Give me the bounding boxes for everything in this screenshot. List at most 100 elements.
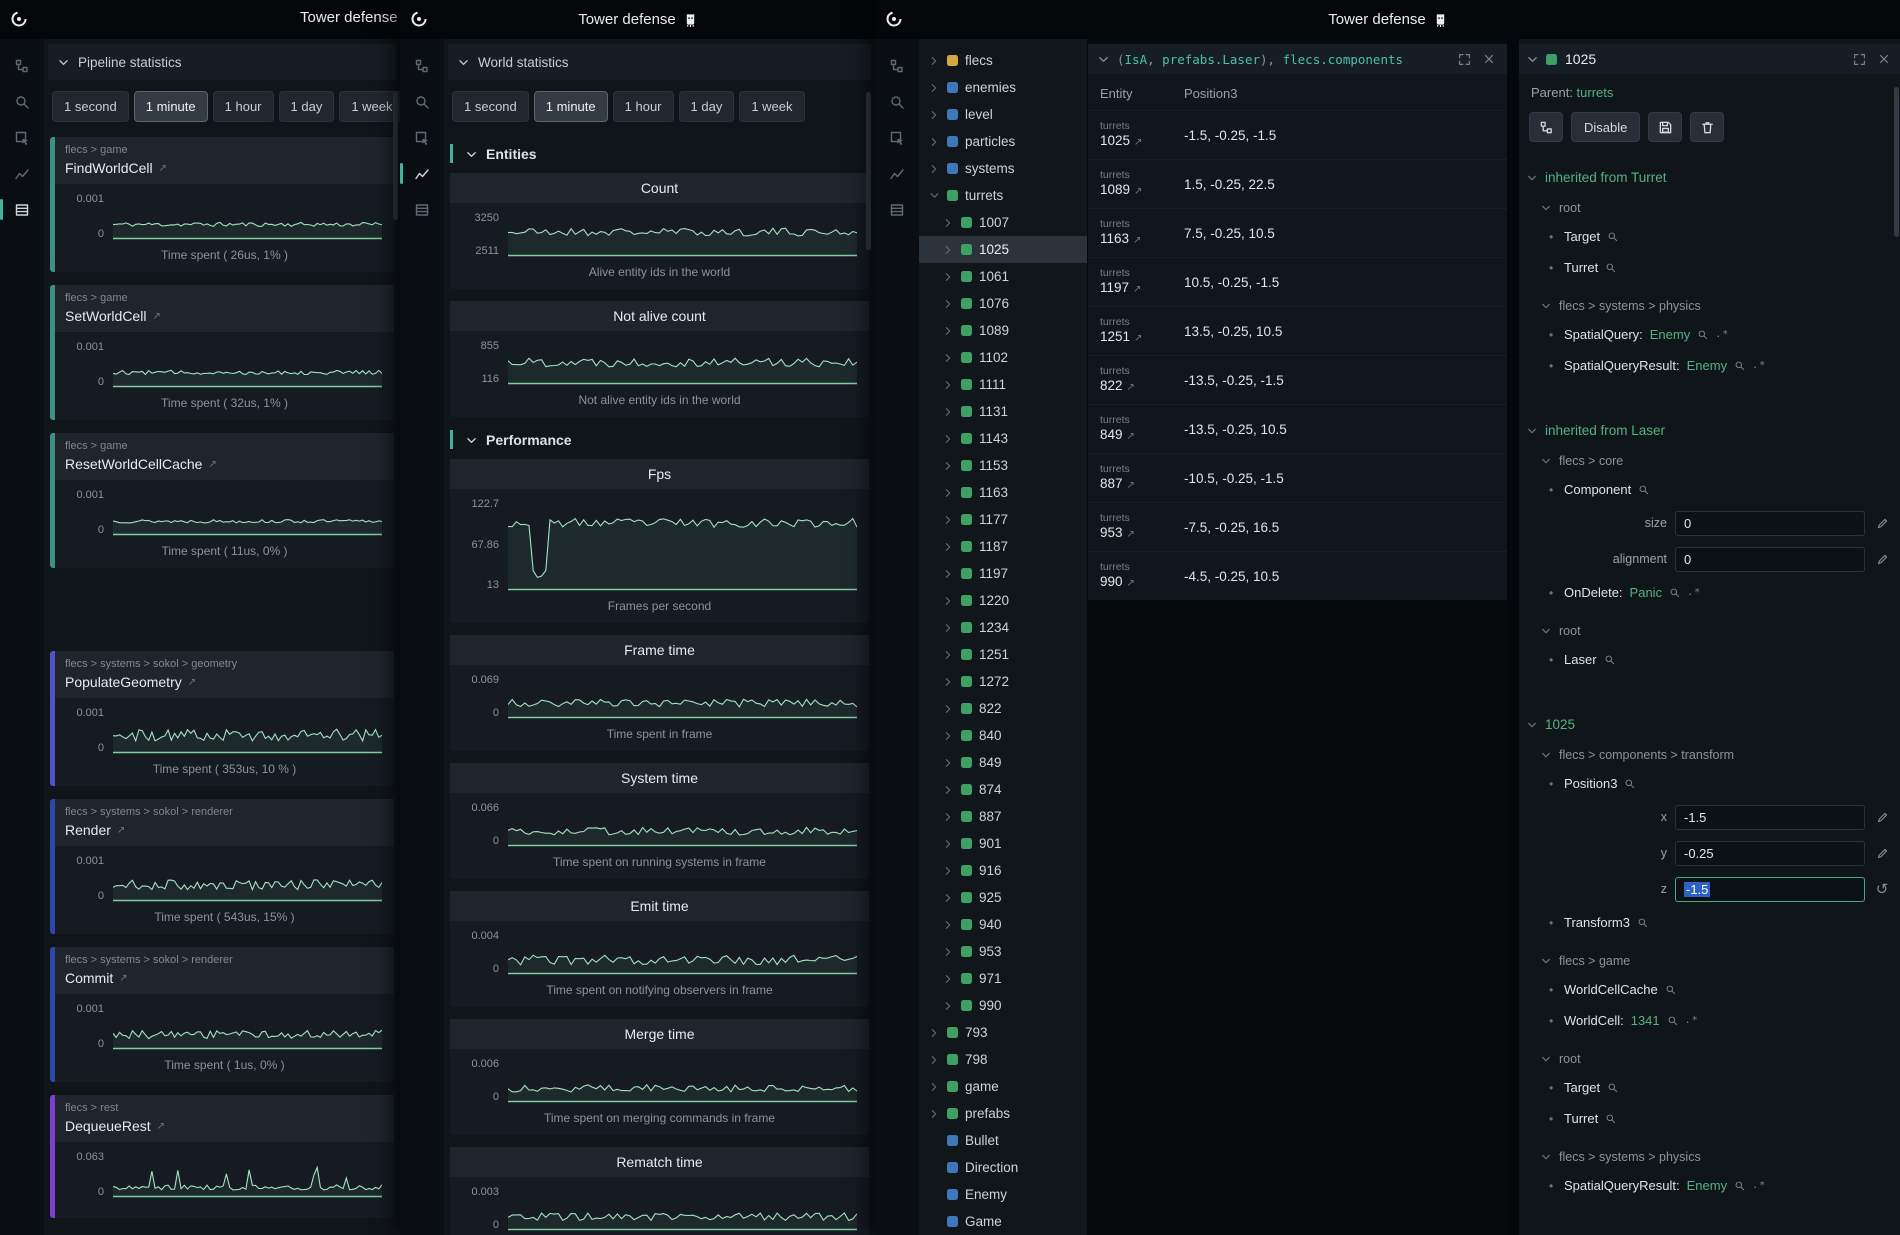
component-entry[interactable]: Turret	[1527, 1103, 1892, 1134]
chart-view-button[interactable]	[880, 159, 914, 188]
magnifier-icon[interactable]	[1667, 1015, 1678, 1026]
entity-cell[interactable]: turrets 822	[1100, 365, 1184, 396]
tree-item[interactable]: 840	[919, 722, 1087, 749]
wildcard-pair-icon[interactable]	[1687, 587, 1701, 598]
chevron-right-icon[interactable]	[943, 839, 954, 849]
pencil-icon[interactable]	[1873, 811, 1891, 824]
chevron-right-icon[interactable]	[943, 380, 954, 390]
tree-item[interactable]: 1197	[919, 560, 1087, 587]
entity-cell[interactable]: turrets 1025	[1100, 120, 1184, 151]
time-range-button[interactable]: 1 day	[679, 91, 735, 122]
chart-view-button[interactable]	[5, 159, 39, 188]
pencil-icon[interactable]	[1873, 553, 1891, 566]
tree-view-button[interactable]	[5, 51, 39, 80]
chevron-right-icon[interactable]	[929, 1082, 940, 1092]
field-input[interactable]: -1.5	[1675, 805, 1865, 830]
search-view-button[interactable]	[405, 87, 439, 116]
group-header[interactable]: root	[1527, 195, 1892, 221]
time-range-button[interactable]: 1 minute	[134, 91, 208, 122]
external-link-icon[interactable]	[1127, 576, 1135, 592]
pencil-icon[interactable]	[1873, 517, 1891, 530]
entity-id[interactable]: 953	[1100, 525, 1123, 541]
magnifier-icon[interactable]	[1669, 587, 1680, 598]
close-button[interactable]	[1481, 51, 1497, 67]
tree-item[interactable]: 1163	[919, 479, 1087, 506]
stat-name[interactable]: DequeueRest	[65, 1118, 384, 1134]
wildcard-pair-icon[interactable]	[1752, 360, 1766, 371]
tree-item[interactable]: 940	[919, 911, 1087, 938]
external-link-icon[interactable]	[1134, 331, 1142, 347]
chevron-right-icon[interactable]	[943, 596, 954, 606]
delete-button[interactable]	[1690, 112, 1724, 142]
magnifier-icon[interactable]	[1734, 360, 1745, 371]
table-row[interactable]: turrets 953 -7.5, -0.25, 16.5	[1088, 502, 1507, 551]
external-link-icon[interactable]	[1133, 233, 1141, 249]
chart-view-button[interactable]	[405, 159, 439, 188]
section-header[interactable]: inherited from Turret	[1527, 164, 1892, 191]
disable-button[interactable]: Disable	[1571, 112, 1640, 142]
entity-cell[interactable]: turrets 1163	[1100, 218, 1184, 249]
chevron-right-icon[interactable]	[943, 461, 954, 471]
tree-item[interactable]: 1153	[919, 452, 1087, 479]
tree-item[interactable]: 887	[919, 803, 1087, 830]
panel-header[interactable]: World statistics	[448, 44, 871, 80]
stat-name[interactable]: FindWorldCell	[65, 160, 384, 176]
time-range-button[interactable]: 1 minute	[534, 91, 608, 122]
time-range-button[interactable]: 1 week	[339, 91, 400, 122]
magnifier-icon[interactable]	[1607, 1082, 1618, 1093]
chevron-right-icon[interactable]	[943, 434, 954, 444]
table-row[interactable]: turrets 990 -4.5, -0.25, 10.5	[1088, 551, 1507, 600]
tree-item[interactable]: 798	[919, 1046, 1087, 1073]
chevron-right-icon[interactable]	[929, 164, 940, 174]
inspector-header[interactable]: 1025	[1519, 44, 1900, 74]
external-link-icon[interactable]	[1134, 184, 1142, 200]
component-entry[interactable]: SpatialQueryResult: Enemy	[1527, 350, 1892, 381]
stat-name[interactable]: Render	[65, 822, 384, 838]
entity-id[interactable]: 990	[1100, 574, 1123, 590]
external-link-icon[interactable]	[157, 1121, 165, 1132]
chevron-right-icon[interactable]	[943, 245, 954, 255]
chevron-right-icon[interactable]	[943, 677, 954, 687]
table-row[interactable]: turrets 1089 1.5, -0.25, 22.5	[1088, 159, 1507, 208]
query-header[interactable]: (IsA, prefabs.Laser), flecs.components	[1088, 44, 1507, 74]
section-header[interactable]: Performance	[450, 417, 869, 459]
tree-item[interactable]: flecs	[919, 47, 1087, 74]
time-range-button[interactable]: 1 day	[279, 91, 335, 122]
tree-item[interactable]: 822	[919, 695, 1087, 722]
pencil-icon[interactable]	[1873, 847, 1891, 860]
titlebar[interactable]: Tower defense	[400, 0, 875, 39]
component-entry[interactable]: Component	[1527, 474, 1892, 505]
chevron-right-icon[interactable]	[943, 353, 954, 363]
time-range-button[interactable]: 1 hour	[213, 91, 274, 122]
entity-id[interactable]: 822	[1100, 378, 1123, 394]
table-view-button[interactable]	[405, 195, 439, 224]
inspect-view-button[interactable]	[5, 123, 39, 152]
tree-item[interactable]: 1025	[919, 236, 1087, 263]
chevron-right-icon[interactable]	[943, 488, 954, 498]
scrollbar-thumb[interactable]	[866, 92, 871, 250]
inspect-view-button[interactable]	[880, 123, 914, 152]
component-value-link[interactable]: Enemy	[1687, 358, 1727, 373]
entity-id[interactable]: 1025	[1100, 133, 1130, 149]
external-link-icon[interactable]	[1134, 135, 1142, 151]
entity-cell[interactable]: turrets 887	[1100, 463, 1184, 494]
component-entry[interactable]: Laser	[1527, 644, 1892, 675]
chevron-right-icon[interactable]	[943, 812, 954, 822]
tree-item[interactable]: 953	[919, 938, 1087, 965]
table-row[interactable]: turrets 1251 13.5, -0.25, 10.5	[1088, 306, 1507, 355]
tree-item[interactable]: 874	[919, 776, 1087, 803]
entity-id[interactable]: 849	[1100, 427, 1123, 443]
time-range-button[interactable]: 1 second	[452, 91, 529, 122]
tree-item[interactable]: 1234	[919, 614, 1087, 641]
chevron-right-icon[interactable]	[943, 947, 954, 957]
magnifier-icon[interactable]	[1697, 329, 1708, 340]
tree-item[interactable]: 1251	[919, 641, 1087, 668]
chevron-right-icon[interactable]	[929, 56, 940, 66]
expand-button[interactable]	[1851, 51, 1868, 68]
group-header[interactable]: root	[1527, 618, 1892, 644]
query-expression[interactable]: (IsA, prefabs.Laser), flecs.components	[1117, 52, 1448, 67]
magnifier-icon[interactable]	[1624, 778, 1635, 789]
table-row[interactable]: turrets 822 -13.5, -0.25, -1.5	[1088, 355, 1507, 404]
chevron-right-icon[interactable]	[943, 218, 954, 228]
chevron-right-icon[interactable]	[943, 407, 954, 417]
